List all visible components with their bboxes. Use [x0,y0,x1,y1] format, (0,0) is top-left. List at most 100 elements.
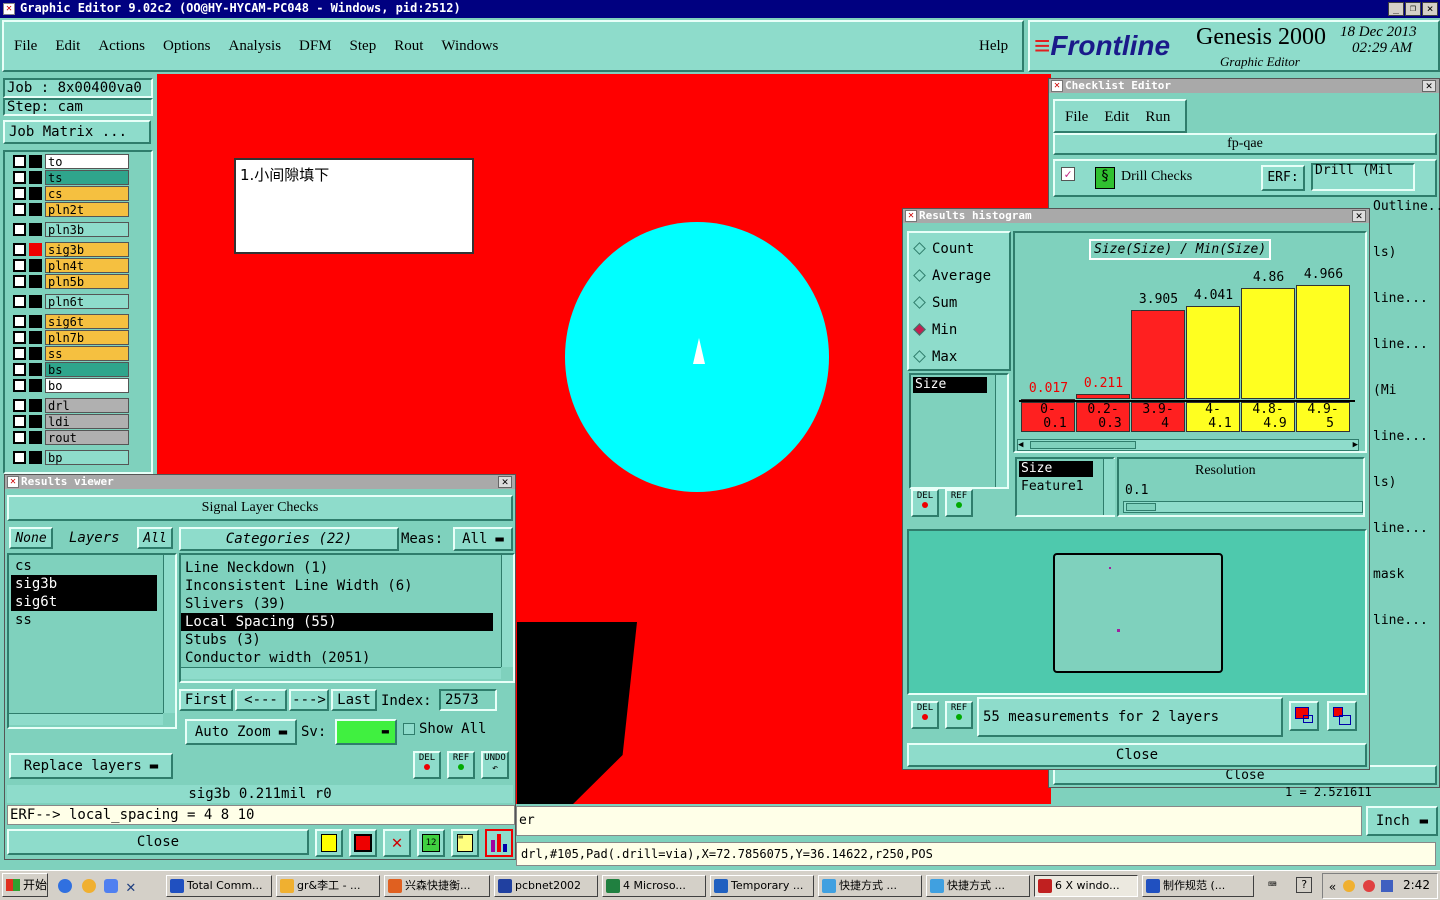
category-item[interactable]: Inconsistent Line Width (6) [181,577,493,595]
layer-state-box[interactable] [29,399,42,412]
viewer-del-button[interactable]: DEL [413,751,441,779]
viewer-layer-item[interactable]: ss [11,611,157,629]
layer-row-drl[interactable]: drl [11,398,129,413]
layer-name[interactable]: pln3b [45,222,129,237]
notes-icon[interactable]: ≡ [451,829,479,857]
radio-diamond-icon[interactable] [913,323,926,336]
histogram-bin-label[interactable]: 4- 4.1 [1186,402,1240,432]
layer-row-ts[interactable]: ts [11,170,129,185]
layer-checkbox[interactable] [13,415,26,428]
maximize-button[interactable]: ❐ [1405,2,1421,16]
layer-name[interactable]: drl [45,398,129,413]
viewer-close-button[interactable]: Close [7,829,309,855]
layer-state-box[interactable] [29,415,42,428]
radio-diamond-icon[interactable] [913,296,926,309]
erase-icon[interactable]: ✕ [383,829,411,857]
layer-row-rout[interactable]: rout [11,430,129,445]
radio-diamond-icon[interactable] [913,350,926,363]
numbering-icon[interactable]: 12 [417,829,445,857]
checklist-partial-item[interactable]: line... [1373,429,1428,444]
layer-checkbox[interactable] [13,259,26,272]
none-button[interactable]: None [9,527,53,549]
auto-zoom-select[interactable]: Auto Zoom ▬ [185,719,297,745]
first-button[interactable]: First [179,689,233,711]
category-item[interactable]: Stubs (3) [181,631,493,649]
units-select[interactable]: Inch ▬ [1366,806,1438,836]
menu-step[interactable]: Step [350,38,377,55]
taskbar-item[interactable]: Temporary ... [710,875,814,897]
layer-list-scrollbar[interactable] [163,555,175,713]
layer-state-box[interactable] [29,295,42,308]
layer-name[interactable]: ss [45,346,129,361]
last-button[interactable]: Last [331,689,377,711]
taskbar-item[interactable]: pcbnet2002 [494,875,598,897]
layer-checkbox[interactable] [13,223,26,236]
layer-row-cs[interactable]: cs [11,186,129,201]
layer-checkbox[interactable] [13,243,26,256]
layer-row-sig6t[interactable]: sig6t [11,314,129,329]
layer-row-pln3b[interactable]: pln3b [11,222,129,237]
histogram-bin-label[interactable]: 0- 0.1 [1021,402,1075,432]
category-item[interactable]: Line Neckdown (1) [181,559,493,577]
layer-name[interactable]: pln2t [45,202,129,217]
layer-row-bp[interactable]: bp [11,450,129,465]
layer-checkbox[interactable] [13,295,26,308]
prev-button[interactable]: <--- [235,689,287,711]
mode-average[interactable]: Average [913,268,991,288]
checklist-partial-item[interactable]: Outline... [1373,199,1440,214]
checklist-partial-item[interactable]: line... [1373,613,1428,628]
layer-name[interactable]: sig6t [45,314,129,329]
layer-state-box[interactable] [29,243,42,256]
menu-actions[interactable]: Actions [98,38,145,55]
layer-state-box[interactable] [29,347,42,360]
layer-row-to[interactable]: to [11,154,129,169]
layer-name[interactable]: pln5b [45,274,129,289]
layer-name[interactable]: pln6t [45,294,129,309]
histogram-close-icon[interactable]: ✕ [1352,210,1366,222]
layer-state-box[interactable] [29,203,42,216]
layer-name[interactable]: ts [45,170,129,185]
layer-checkbox[interactable] [13,171,26,184]
export-icon[interactable] [349,829,377,857]
viewer-close-icon[interactable]: ✕ [498,476,512,488]
histogram-ref-button[interactable]: REF [945,489,973,517]
chart-scrollbar[interactable]: ◀ ▶ [1017,439,1359,451]
radio-diamond-icon[interactable] [913,242,926,255]
histogram-bar[interactable] [1186,306,1240,399]
taskbar-item[interactable]: gr&李工 - ... [276,875,380,897]
histogram-close-button[interactable]: Close [907,743,1367,767]
layer-row-pln6t[interactable]: pln6t [11,294,129,309]
checklist-close-icon[interactable]: ✕ [1422,80,1436,92]
taskbar-item[interactable]: 4 Microso... [602,875,706,897]
menu-file[interactable]: File [14,38,37,55]
resolution-slider[interactable] [1123,501,1363,513]
category-item[interactable]: Conductor width (2051) [181,649,493,667]
histogram-bin-label[interactable]: 4.8- 4.9 [1241,402,1295,432]
tray-app2-icon[interactable] [1363,880,1375,892]
layer-checkbox[interactable] [13,315,26,328]
tray-app-icon[interactable] [1343,880,1355,892]
layer-state-box[interactable] [29,155,42,168]
histogram-bin-label[interactable]: 0.2- 0.3 [1076,402,1130,432]
next-button[interactable]: ---> [289,689,329,711]
layer-checkbox[interactable] [13,187,26,200]
quicklaunch-app2-icon[interactable] [104,879,118,893]
close-window-button[interactable]: × [1422,2,1438,16]
layer-name[interactable]: rout [45,430,129,445]
sv-color-select[interactable]: ▬ [335,719,397,745]
preview-del-button[interactable]: DEL [911,701,939,729]
layer-state-box[interactable] [29,331,42,344]
layer-row-sig3b[interactable]: sig3b [11,242,129,257]
layer-checkbox[interactable] [13,451,26,464]
checklist-menu-edit[interactable]: Edit [1104,109,1129,126]
layer-name[interactable]: sig3b [45,242,129,257]
histogram-icon[interactable] [485,829,513,857]
layer-row-pln7b[interactable]: pln7b [11,330,129,345]
histogram-bar[interactable] [1296,285,1350,399]
taskbar-item[interactable]: 兴森快捷衡... [384,875,490,897]
layer-row-bs[interactable]: bs [11,362,129,377]
replace-layers-button[interactable]: Replace layers ▬ [9,753,173,779]
field2-feature1[interactable]: Feature1 [1021,479,1084,494]
layer-row-pln5b[interactable]: pln5b [11,274,129,289]
histogram-bin-label[interactable]: 3.9- 4 [1131,402,1185,432]
